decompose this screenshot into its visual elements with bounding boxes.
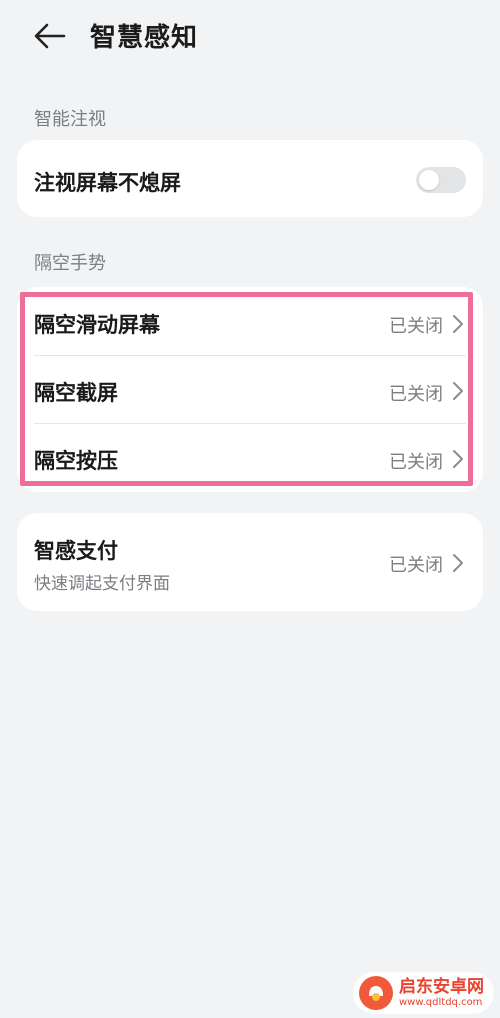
chevron-right-icon bbox=[453, 554, 463, 572]
gaze-toggle-switch[interactable] bbox=[416, 167, 466, 193]
arrow-left-icon bbox=[34, 23, 66, 49]
app-header: 智慧感知 bbox=[0, 0, 500, 74]
page-title: 智慧感知 bbox=[90, 23, 199, 53]
section-label-air-gesture: 隔空手势 bbox=[34, 253, 106, 274]
card-smart-pay: 智感支付 快速调起支付界面 已关闭 bbox=[17, 513, 483, 611]
row-label: 智感支付 bbox=[34, 539, 118, 563]
row-smart-pay[interactable]: 智感支付 快速调起支付界面 已关闭 bbox=[17, 513, 483, 611]
section-label-smart-gaze: 智能注视 bbox=[34, 109, 106, 130]
watermark-title: 启东安卓网 bbox=[399, 977, 484, 998]
row-gaze-keep-screen-on[interactable]: 注视屏幕不熄屏 bbox=[17, 140, 483, 217]
watermark-url: www.qdltdq.com bbox=[399, 996, 483, 1008]
row-status: 已关闭 bbox=[389, 555, 443, 576]
highlight-box bbox=[20, 292, 473, 486]
back-button[interactable] bbox=[28, 18, 72, 54]
card-smart-gaze: 注视屏幕不熄屏 bbox=[17, 140, 483, 217]
row-label: 注视屏幕不熄屏 bbox=[34, 171, 181, 195]
watermark: 启东安卓网 www.qdltdq.com bbox=[353, 972, 494, 1014]
toggle-knob bbox=[419, 170, 439, 190]
row-sub-label: 快速调起支付界面 bbox=[34, 574, 170, 594]
watermark-logo-icon bbox=[359, 976, 393, 1010]
